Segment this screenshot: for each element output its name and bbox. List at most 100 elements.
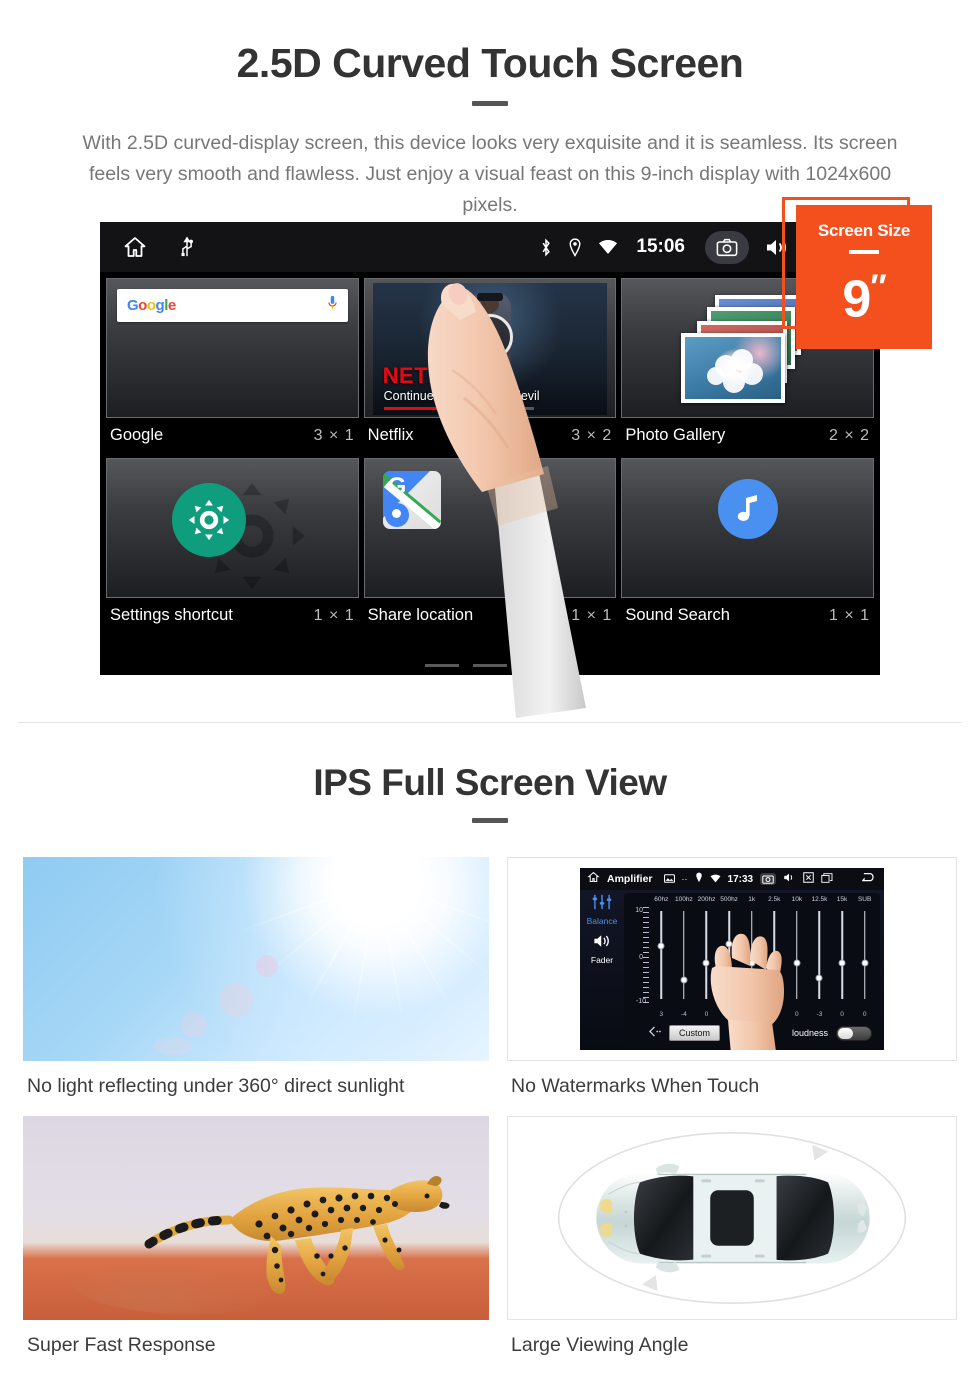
sky-gradient bbox=[23, 857, 489, 1061]
widget-caption-netflix: Netflix 3 × 2 bbox=[364, 418, 617, 454]
gallery-icon[interactable] bbox=[663, 870, 675, 888]
microphone-icon[interactable] bbox=[327, 295, 338, 316]
car-diagram bbox=[557, 1132, 907, 1304]
wifi-icon[interactable] bbox=[598, 239, 618, 255]
ips-full-screen-view-section: IPS Full Screen View No light reflecting… bbox=[0, 722, 980, 1375]
amplifier-sidebar: Balance Fader bbox=[580, 890, 624, 1050]
widget-preview-settings[interactable] bbox=[106, 458, 359, 598]
eq-value: -3 bbox=[816, 1011, 823, 1018]
page-dot-2[interactable] bbox=[473, 664, 507, 667]
freq-label: 500hz bbox=[720, 896, 738, 903]
sidebar-item-balance[interactable]: Balance bbox=[580, 916, 624, 926]
character-hat bbox=[476, 293, 503, 301]
loudness-toggle[interactable] bbox=[836, 1025, 872, 1041]
music-note-icon bbox=[717, 479, 778, 539]
title-divider bbox=[472, 101, 508, 106]
page-dot-1[interactable] bbox=[425, 664, 459, 667]
widget-size: 3 × 1 bbox=[313, 426, 355, 444]
feature-caption: No light reflecting under 360° direct su… bbox=[27, 1075, 405, 1097]
widget-preview-google[interactable]: Google bbox=[106, 278, 359, 418]
page-title: 2.5D Curved Touch Screen bbox=[236, 40, 744, 86]
eq-slider-12.5k[interactable] bbox=[808, 907, 831, 1009]
section2-title: IPS Full Screen View bbox=[313, 762, 667, 803]
back-arrow-icon[interactable] bbox=[860, 870, 877, 888]
netflix-subtitle: Continue Marvel's Daredevil bbox=[383, 389, 540, 403]
amplifier-screenshot: Amplifier ·· 17:33 Balance Fader 60hz 10… bbox=[507, 857, 957, 1061]
progress-bar bbox=[383, 407, 534, 410]
screen-size-badge: Screen Size 9″ bbox=[782, 197, 932, 349]
amplifier-title: Amplifier bbox=[607, 873, 653, 885]
gain-scale: 10 0 -10 bbox=[626, 905, 650, 1011]
eq-slider-sub[interactable] bbox=[853, 907, 876, 1009]
widget-cell-settings-shortcut[interactable]: Settings shortcut 1 × 1 bbox=[106, 458, 359, 634]
feature-card-cheetah: Super Fast Response bbox=[23, 1116, 489, 1375]
page-indicator[interactable] bbox=[100, 664, 880, 667]
netflix-logo: NETFLIX bbox=[382, 363, 478, 388]
android-head-unit-screen: 15:06 Google Google 3 × 1 NETFLIX Contin… bbox=[100, 222, 880, 675]
badge-label: Screen Size bbox=[817, 221, 911, 240]
feature-caption: Super Fast Response bbox=[27, 1334, 216, 1356]
widget-caption-settings: Settings shortcut 1 × 1 bbox=[106, 598, 359, 634]
lens-flare-2 bbox=[218, 983, 253, 1018]
feature-card-viewing-angle: Large Viewing Angle bbox=[507, 1116, 957, 1375]
bluetooth-icon[interactable] bbox=[540, 238, 552, 257]
freq-label: SUB bbox=[857, 896, 872, 903]
usb-icon[interactable] bbox=[180, 236, 194, 258]
section2-title-divider bbox=[472, 818, 508, 823]
frequency-labels: 60hz 100hz 200hz 500hz 1k 2.5k 10k 12.5k… bbox=[624, 893, 880, 903]
maps-g-letter: G bbox=[387, 473, 407, 500]
widget-cell-share-location[interactable]: G Share location 1 × 1 bbox=[363, 458, 617, 634]
camera-icon[interactable] bbox=[705, 230, 749, 264]
freq-label: 100hz bbox=[675, 896, 693, 903]
curved-touch-screen-section: 2.5D Curved Touch Screen With 2.5D curve… bbox=[0, 0, 980, 723]
sidebar-item-fader[interactable]: Fader bbox=[580, 955, 624, 965]
feature-card-sunlight: No light reflecting under 360° direct su… bbox=[23, 857, 489, 1116]
badge-size: 9″ bbox=[796, 258, 932, 328]
wifi-icon[interactable] bbox=[710, 870, 721, 888]
widget-preview-share-location[interactable]: G bbox=[363, 458, 617, 598]
widget-cell-netflix[interactable]: NETFLIX Continue Marvel's Daredevil Netf… bbox=[363, 278, 617, 454]
freq-label: 10k bbox=[791, 896, 803, 903]
chevron-left-icon[interactable] bbox=[648, 1024, 661, 1042]
freq-label: 200hz bbox=[697, 896, 716, 903]
netflix-thumbnail: NETFLIX Continue Marvel's Daredevil bbox=[372, 283, 608, 415]
eq-slider-60hz[interactable] bbox=[650, 907, 673, 1009]
widget-name: Share location bbox=[367, 606, 474, 624]
widget-name: Photo Gallery bbox=[625, 426, 726, 444]
camera-icon[interactable] bbox=[760, 873, 777, 885]
widget-preview-netflix[interactable]: NETFLIX Continue Marvel's Daredevil bbox=[363, 278, 617, 418]
widget-preview-sound-search[interactable] bbox=[621, 458, 874, 598]
play-button-icon[interactable] bbox=[466, 314, 513, 360]
widget-cell-sound-search[interactable]: Sound Search 1 × 1 bbox=[621, 458, 874, 634]
page-dot-3-active[interactable] bbox=[521, 664, 555, 667]
badge-size-number: 9 bbox=[842, 270, 871, 329]
widget-size: 1 × 1 bbox=[571, 606, 613, 624]
recent-apps-icon[interactable] bbox=[821, 870, 833, 888]
location-pin-icon[interactable] bbox=[695, 870, 703, 888]
hand-touching-screen-illustration bbox=[710, 933, 784, 1050]
more-dots-icon[interactable]: ·· bbox=[682, 874, 688, 884]
volume-icon[interactable] bbox=[783, 870, 796, 888]
speaker-icon[interactable] bbox=[580, 933, 624, 954]
photo-thumb-blossom bbox=[680, 333, 785, 403]
widget-name: Settings shortcut bbox=[110, 606, 233, 624]
location-pin-icon[interactable] bbox=[568, 237, 582, 257]
freq-label: 12.5k bbox=[811, 896, 828, 903]
eq-slider-15k[interactable] bbox=[831, 907, 854, 1009]
widget-grid: Google Google 3 × 1 NETFLIX Continue Mar… bbox=[100, 272, 880, 634]
google-search-bar[interactable]: Google bbox=[117, 289, 348, 322]
home-icon[interactable] bbox=[587, 870, 600, 888]
equalizer-sliders-icon[interactable] bbox=[580, 894, 624, 915]
google-maps-icon: G bbox=[382, 471, 441, 529]
close-box-icon[interactable] bbox=[803, 870, 814, 888]
lens-flare-4 bbox=[153, 1036, 194, 1055]
running-cheetah bbox=[68, 1176, 450, 1314]
eq-slider-100hz[interactable] bbox=[673, 907, 696, 1009]
widget-size: 1 × 1 bbox=[313, 606, 355, 624]
status-bar: 15:06 bbox=[100, 222, 880, 272]
freq-label: 15k bbox=[836, 896, 848, 903]
widget-cell-google[interactable]: Google Google 3 × 1 bbox=[106, 278, 359, 454]
eq-value: 0 bbox=[862, 1011, 867, 1018]
home-icon[interactable] bbox=[122, 235, 148, 259]
eq-value: 3 bbox=[659, 1011, 664, 1018]
